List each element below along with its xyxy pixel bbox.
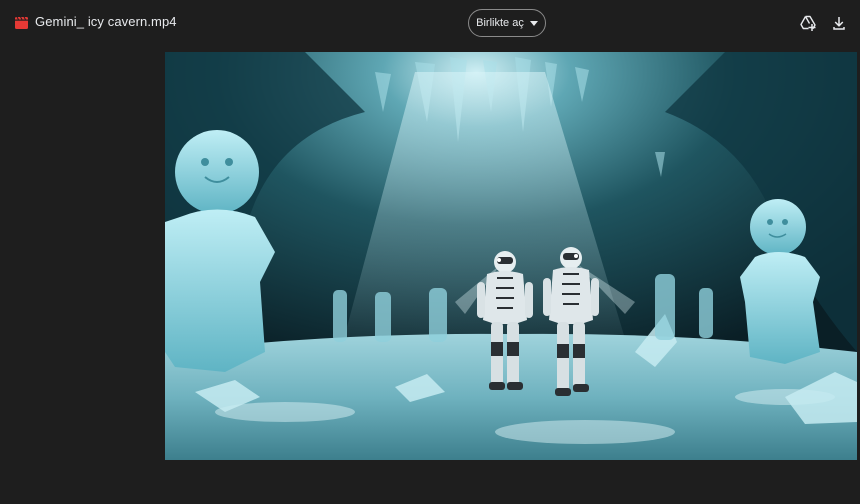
ice-statue-left xyxy=(165,130,275,372)
add-to-drive-icon[interactable] xyxy=(799,14,817,32)
download-icon[interactable] xyxy=(830,14,848,32)
chevron-down-icon xyxy=(529,21,538,26)
video-frame[interactable] xyxy=(165,52,857,460)
open-with-label: Birlikte aç xyxy=(476,17,524,29)
video-file-icon xyxy=(15,16,28,29)
file-name: Gemini_ icy cavern.mp4 xyxy=(35,14,177,29)
viewer-toolbar: Gemini_ icy cavern.mp4 Birlikte aç xyxy=(0,0,860,46)
open-with-button[interactable]: Birlikte aç xyxy=(468,9,546,37)
